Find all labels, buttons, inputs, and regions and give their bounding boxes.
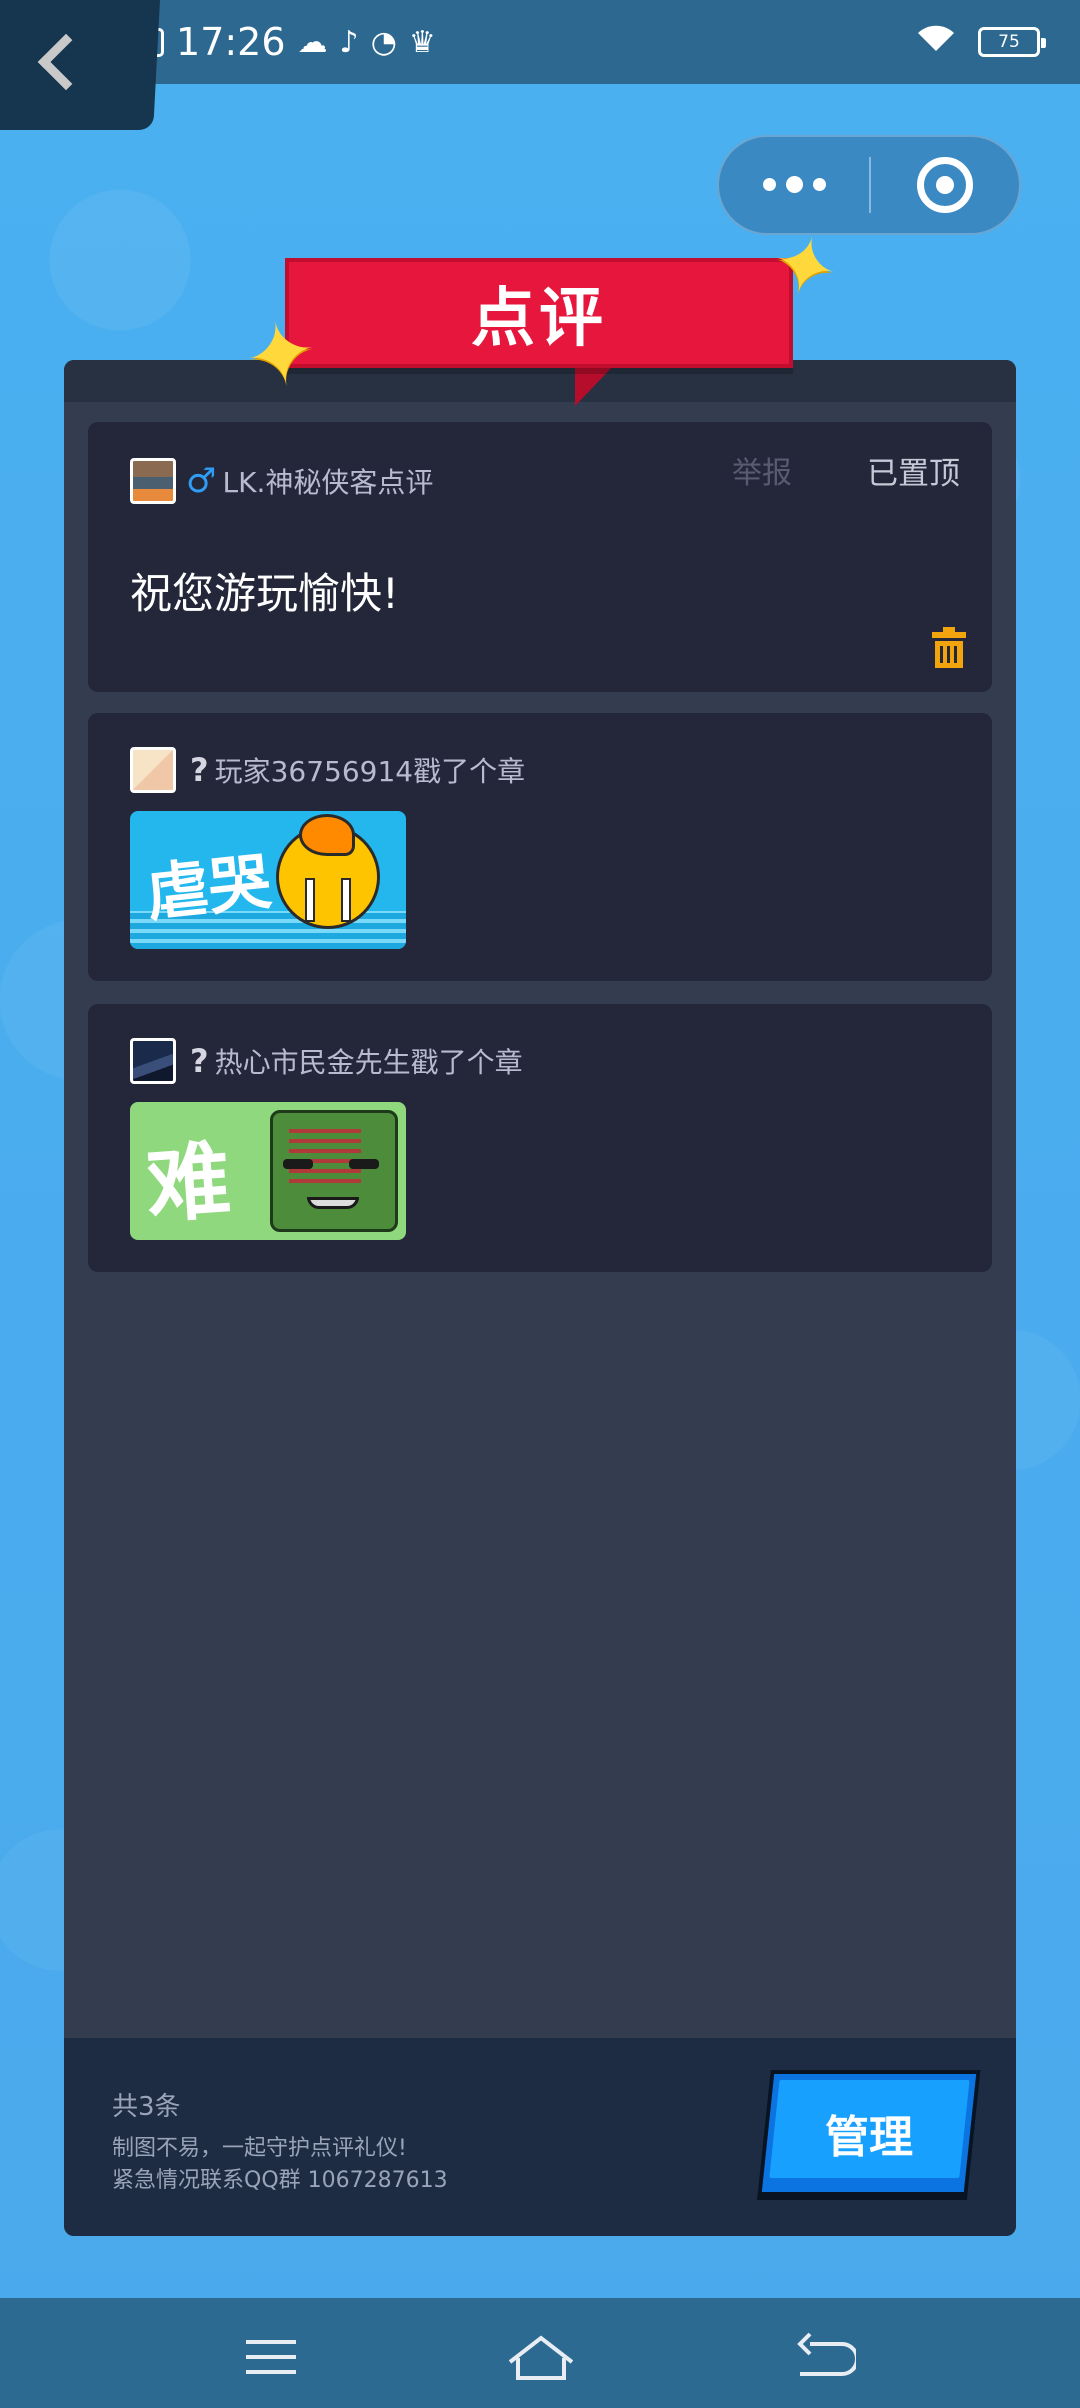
manage-button-label: 管理 — [825, 2112, 913, 2163]
sticker-text: 虐哭 — [143, 844, 275, 931]
status-time: 17:26 — [176, 20, 286, 64]
target-icon — [916, 157, 973, 213]
manage-button[interactable]: 管理 — [757, 2070, 981, 2196]
stamp-card: ? 玩家36756914戳了个章 虐哭 — [88, 713, 992, 981]
etiquette-note: 制图不易，一起守护点评礼仪! — [112, 2136, 407, 2161]
ribbon-tail — [575, 362, 617, 406]
male-icon: ♂ — [186, 461, 217, 501]
battery-level: 75 — [998, 32, 1020, 52]
trash-icon[interactable] — [932, 627, 966, 668]
avatar[interactable] — [130, 1038, 176, 1084]
speed-icon: ◔ — [370, 24, 397, 60]
battery-icon: 75 — [978, 27, 1046, 57]
more-options-icon[interactable] — [719, 175, 869, 193]
contact-note: 紧急情况联系QQ群 1067287613 — [112, 2168, 448, 2193]
system-nav-bar — [0, 2298, 1080, 2408]
crying-face-icon — [276, 814, 380, 929]
review-author-row: ♂ LK.神秘侠客点评 — [130, 458, 433, 504]
tiktok-icon: ♪ — [339, 24, 359, 60]
pinned-badge[interactable]: 已置顶 — [867, 448, 960, 493]
stamp-card: ? 热心市民金先生戳了个章 难 — [88, 1004, 992, 1272]
review-text: 祝您游玩愉快! — [130, 569, 399, 618]
question-icon: ? — [190, 1042, 209, 1080]
home-icon[interactable] — [506, 2334, 576, 2382]
menu-icon[interactable] — [246, 2340, 296, 2376]
page-title: 点评 — [285, 258, 793, 368]
zombie-face-icon — [270, 1110, 398, 1232]
stamp-author[interactable]: 玩家36756914戳了个章 — [215, 750, 526, 790]
stamp-author[interactable]: 热心市民金先生戳了个章 — [215, 1041, 523, 1081]
stamp-author-row: ? 热心市民金先生戳了个章 — [130, 1038, 523, 1084]
back-nav-icon[interactable] — [796, 2332, 859, 2382]
stamp-author-row: ? 玩家36756914戳了个章 — [130, 747, 525, 793]
sticker-hard: 难 — [130, 1102, 406, 1240]
sticker-text: 难 — [143, 1131, 234, 1235]
status-bar: 5G HD 17:26 ☁ ♪ ◔ ♛ 75 — [0, 0, 1080, 84]
review-author[interactable]: LK.神秘侠客点评 — [222, 461, 433, 501]
avatar[interactable] — [130, 747, 176, 793]
miniprogram-capsule — [717, 135, 1021, 235]
report-button[interactable]: 举报 — [732, 448, 792, 492]
crown-icon: ♛ — [408, 24, 436, 60]
wifi-icon — [916, 23, 956, 61]
question-icon: ? — [190, 751, 209, 789]
avatar[interactable] — [130, 458, 176, 504]
review-card: ♂ LK.神秘侠客点评 举报 已置顶 祝您游玩愉快! — [88, 422, 992, 692]
cloud-icon: ☁ — [297, 24, 328, 60]
sticker-crying: 虐哭 — [130, 811, 406, 949]
close-miniprogram-button[interactable] — [871, 157, 1019, 213]
total-count: 共3条 — [112, 2092, 181, 2122]
